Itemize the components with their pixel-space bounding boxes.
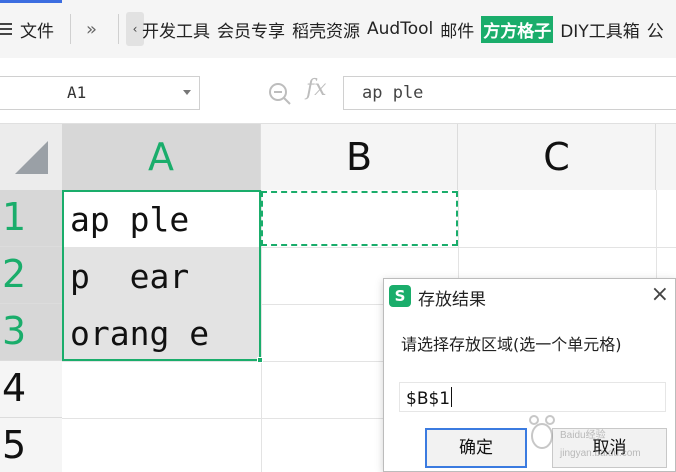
file-menu-label: 文件 [20, 21, 54, 42]
file-menu[interactable]: 文件 [0, 0, 54, 58]
column-header-a[interactable]: A [62, 124, 261, 190]
tab-partial[interactable]: 公 [647, 17, 664, 42]
ok-button[interactable]: 确定 [425, 428, 527, 468]
name-box[interactable]: A1 [0, 76, 200, 110]
function-icon[interactable]: fx [306, 76, 327, 101]
tab-audtool[interactable]: AudTool [367, 19, 433, 39]
watermark-url: jingyan.baidu.com [559, 448, 641, 459]
tab-member[interactable]: 会员专享 [217, 17, 285, 42]
ribbon-tabs: 开发工具 会员专享 稻壳资源 AudTool 邮件 方方格子 DIY工具箱 公 [142, 0, 671, 58]
dropdown-arrow-icon[interactable] [183, 90, 191, 95]
column-header-partial[interactable] [656, 124, 676, 190]
target-cell-marquee [261, 191, 458, 246]
selection-range [62, 190, 261, 361]
row-header-4[interactable]: 4 [0, 361, 62, 418]
select-all-icon [15, 141, 48, 174]
dialog-prompt: 请选择存放区域(选一个单元格) [401, 335, 622, 354]
select-all-button[interactable] [0, 124, 62, 190]
row-header-5[interactable]: 5 [0, 418, 62, 472]
menu-divider [118, 14, 119, 44]
dialog-title: 存放结果 [418, 290, 486, 310]
cell-reference: A1 [67, 83, 87, 102]
formula-input[interactable]: ap ple [343, 76, 676, 110]
tab-fangfangegezi[interactable]: 方方格子 [481, 15, 554, 43]
tab-docer-resources[interactable]: 稻壳资源 [292, 17, 360, 42]
row-header-2[interactable]: 2 [0, 247, 62, 304]
row-header-3[interactable]: 3 [0, 304, 62, 361]
dialog-titlebar: S 存放结果 × [384, 279, 676, 315]
close-icon[interactable]: × [651, 282, 669, 307]
watermark-brand: Baidu经验 [560, 428, 606, 441]
row-header-1[interactable]: 1 [0, 190, 62, 247]
column-header-b[interactable]: B [261, 124, 458, 190]
range-input-value: $B$1 [406, 389, 451, 409]
tab-developer-tools[interactable]: 开发工具 [142, 17, 210, 42]
baidu-watermark: Baidu经验 jingyan.baidu.com [529, 415, 641, 459]
formula-bar: A1 fx ap ple [0, 58, 676, 124]
fill-handle[interactable] [257, 357, 263, 363]
hamburger-icon [0, 20, 12, 38]
more-icon[interactable]: » [86, 0, 97, 58]
menu-divider [70, 14, 71, 44]
zoom-icon[interactable] [268, 82, 292, 110]
text-cursor [451, 387, 453, 407]
wps-logo-icon: S [389, 285, 411, 307]
tab-diy-toolbox[interactable]: DIY工具箱 [560, 17, 640, 42]
tab-mail[interactable]: 邮件 [440, 17, 474, 42]
menu-bar: 文件 » ‹ 开发工具 会员专享 稻壳资源 AudTool 邮件 方方格子 DI… [0, 0, 676, 58]
column-header-c[interactable]: C [458, 124, 656, 190]
